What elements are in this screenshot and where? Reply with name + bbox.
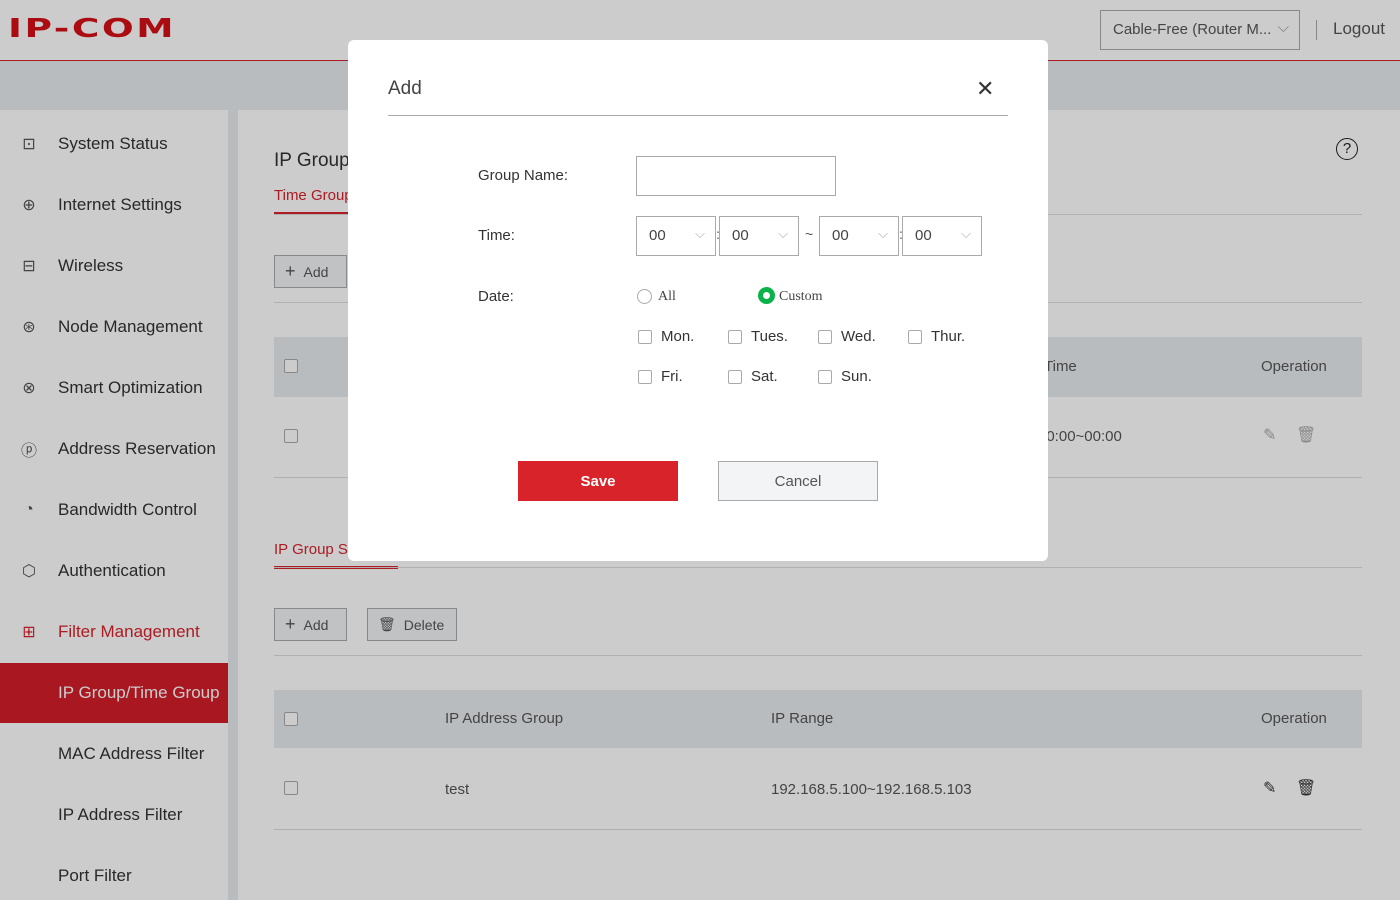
radio-custom-label[interactable]: Custom <box>779 289 823 305</box>
group-name-label: Group Name: <box>478 167 569 184</box>
end-minute-select[interactable]: 00 ⌵ <box>902 216 982 256</box>
checkbox[interactable] <box>818 369 832 384</box>
day-checkbox-wed[interactable]: Wed. <box>818 328 876 345</box>
cancel-button[interactable]: Cancel <box>718 461 878 501</box>
day-checkbox-sun[interactable]: Sun. <box>818 368 872 385</box>
group-name-input[interactable] <box>636 156 836 196</box>
checkbox[interactable] <box>908 329 922 344</box>
checkbox[interactable] <box>638 369 652 384</box>
chevron-down-icon: ⌵ <box>778 226 788 241</box>
day-label: Thur. <box>931 328 966 345</box>
chevron-down-icon: ⌵ <box>961 226 971 241</box>
day-label: Sun. <box>841 368 872 385</box>
checkbox[interactable] <box>728 369 742 384</box>
day-checkbox-tue[interactable]: Tues. <box>728 328 788 345</box>
start-hour-select[interactable]: 00 ⌵ <box>636 216 716 256</box>
time-label: Time: <box>478 227 515 244</box>
select-value: 00 <box>732 227 749 244</box>
save-button[interactable]: Save <box>518 461 678 501</box>
divider <box>388 115 1008 116</box>
day-checkbox-mon[interactable]: Mon. <box>638 328 694 345</box>
day-label: Mon. <box>661 328 695 345</box>
select-value: 00 <box>832 227 849 244</box>
day-label: Fri. <box>661 368 683 385</box>
end-hour-select[interactable]: 00 ⌵ <box>819 216 899 256</box>
chevron-down-icon: ⌵ <box>695 226 705 241</box>
close-icon[interactable]: ✕ <box>976 76 994 102</box>
start-minute-select[interactable]: 00 ⌵ <box>719 216 799 256</box>
day-checkbox-sat[interactable]: Sat. <box>728 368 778 385</box>
day-label: Sat. <box>751 368 778 385</box>
day-label: Wed. <box>841 328 876 345</box>
add-dialog: Add ✕ Group Name: Time: 00 ⌵ : 00 ⌵ ~ 00 ⌵ … <box>348 40 1048 561</box>
radio-custom[interactable] <box>758 287 775 304</box>
checkbox[interactable] <box>728 329 742 344</box>
day-checkbox-fri[interactable]: Fri. <box>638 368 683 385</box>
radio-all-label[interactable]: All <box>658 289 676 305</box>
checkbox[interactable] <box>818 329 832 344</box>
day-label: Tues. <box>751 328 788 345</box>
radio-all[interactable] <box>637 289 652 304</box>
dialog-title: Add <box>388 78 422 99</box>
checkbox[interactable] <box>638 329 652 344</box>
select-value: 00 <box>915 227 932 244</box>
tilde-separator: ~ <box>805 226 814 242</box>
chevron-down-icon: ⌵ <box>878 226 888 241</box>
date-label: Date: <box>478 288 514 305</box>
select-value: 00 <box>649 227 666 244</box>
day-checkbox-thu[interactable]: Thur. <box>908 328 965 345</box>
